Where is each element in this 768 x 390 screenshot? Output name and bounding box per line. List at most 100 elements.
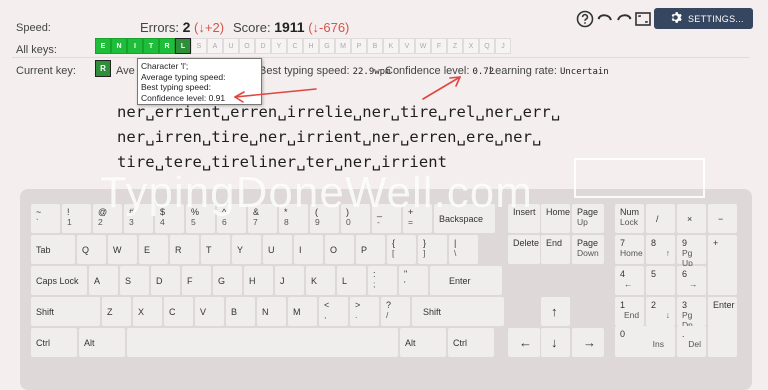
key-item-m[interactable]: M: [335, 38, 351, 54]
key-item-v[interactable]: V: [399, 38, 415, 54]
settings-button[interactable]: SETTINGS...: [654, 8, 753, 29]
key-pageup-label: Page: [577, 207, 599, 217]
key-row4-9-label: >: [355, 300, 361, 310]
key-num-minus-label: −: [718, 213, 724, 224]
help-icon[interactable]: [576, 10, 594, 28]
key-row1-0: ~ `: [31, 204, 60, 233]
key-y: Y: [232, 235, 261, 264]
key-m-label: M: [293, 306, 301, 317]
key-item-w[interactable]: W: [415, 38, 431, 54]
key-tooltip: Character 'l'; Average typing speed: Bes…: [137, 58, 262, 105]
key-row2-13-label: |: [454, 238, 457, 248]
key-num-dot-sublabel: Del: [688, 339, 701, 349]
key-row1-1-sublabel: 1: [67, 217, 72, 227]
errors-delta: (↓+2): [194, 20, 225, 35]
learning-rate-label: Learning rate:: [489, 65, 557, 77]
key-j: J: [275, 266, 304, 295]
key-numlock: Num Lock: [615, 204, 644, 233]
key-row1-1: ! 1: [62, 204, 91, 233]
key-item-k[interactable]: K: [383, 38, 399, 54]
key-num-3-label: 3: [682, 300, 688, 310]
key-item-b[interactable]: B: [367, 38, 383, 54]
key-item-e[interactable]: E: [95, 38, 111, 54]
key-row1-1-label: !: [67, 207, 70, 217]
key-item-j[interactable]: J: [495, 38, 511, 54]
key-capslock-label: Caps Lock: [36, 275, 79, 286]
errors-stat: Errors: 2 (↓+2): [140, 19, 224, 35]
practice-text[interactable]: ner␣errient␣erren␣irrelie␣ner␣tire␣rel␣n…: [117, 100, 560, 175]
key-item-i[interactable]: I: [127, 38, 143, 54]
key-e: E: [139, 235, 168, 264]
key-item-l[interactable]: L: [175, 38, 191, 54]
key-item-y[interactable]: Y: [271, 38, 287, 54]
key-row4-8: <,: [319, 297, 348, 326]
key-item-h[interactable]: H: [303, 38, 319, 54]
key-num-multiply-label: ×: [687, 213, 693, 224]
best-speed-label: Best typing speed:: [259, 65, 350, 77]
key-row3-11-label: ": [404, 269, 408, 279]
key-row2-13-sublabel: \: [454, 248, 457, 258]
key-pagedown-label: Page: [577, 238, 599, 248]
key-item-t[interactable]: T: [143, 38, 159, 54]
key-tab-label: Tab: [36, 244, 51, 255]
current-key-label: Current key:: [16, 65, 76, 77]
key-u: U: [263, 235, 292, 264]
key-item-z[interactable]: Z: [447, 38, 463, 54]
undo-icon[interactable]: [596, 10, 614, 28]
key-end: End: [541, 235, 570, 264]
key-num-4-label: 4: [620, 269, 626, 279]
key-row1-0-label: ~: [36, 207, 42, 217]
key-row2-11-sublabel: [: [392, 248, 395, 258]
confidence-label: Confidence level:: [385, 65, 470, 77]
key-num-4-sublabel: ←: [624, 279, 633, 289]
virtual-keyboard: ~ `! 1 @2 #3 $4% 5 ^ 6 & 7 * 8(9) 0 _ - + = Backspace Tab Q W…: [20, 189, 752, 390]
score-value: 1911: [274, 19, 305, 35]
key-l-label: L: [342, 275, 348, 286]
key-b-label: B: [231, 306, 238, 317]
key-item-x[interactable]: X: [463, 38, 479, 54]
key-item-o[interactable]: O: [239, 38, 255, 54]
key-item-g[interactable]: G: [319, 38, 335, 54]
key-item-f[interactable]: F: [431, 38, 447, 54]
all-keys-list: ENITRLSAUODYCHGMPBKVWFZXQJ: [95, 38, 511, 54]
settings-label: SETTINGS...: [688, 13, 744, 24]
key-item-n[interactable]: N: [111, 38, 127, 54]
key-item-u[interactable]: U: [223, 38, 239, 54]
key-item-r[interactable]: R: [159, 38, 175, 54]
key-num-3: 3 Pg Dn: [677, 297, 706, 330]
key-o: O: [325, 235, 354, 264]
key-num-dot-label: .: [682, 329, 685, 339]
key-enter: Enter: [430, 266, 502, 295]
best-speed-stat: Best typing speed: 22.9wpm: [259, 65, 391, 77]
key-i: I: [294, 235, 323, 264]
key-x: X: [133, 297, 162, 326]
key-item-c[interactable]: C: [287, 38, 303, 54]
key-u-label: U: [268, 244, 275, 255]
key-num-7-sublabel: Home: [620, 248, 643, 258]
key-item-a[interactable]: A: [207, 38, 223, 54]
key-item-d[interactable]: D: [255, 38, 271, 54]
key-num-slash: /: [646, 204, 675, 233]
key-alt-left: Alt: [79, 328, 125, 357]
key-num-8-label: 8: [651, 238, 657, 248]
key-num-6: 6 →: [677, 266, 706, 295]
key-p-label: P: [361, 244, 368, 255]
key-num-1-sublabel: End: [624, 310, 640, 320]
score-label: Score:: [233, 20, 271, 35]
gear-icon: [669, 11, 682, 26]
key-v: V: [195, 297, 224, 326]
key-arrow-right: →: [572, 328, 604, 357]
key-num-7-label: 7: [620, 238, 626, 248]
key-item-q[interactable]: Q: [479, 38, 495, 54]
key-item-s[interactable]: S: [191, 38, 207, 54]
key-ctrl-right-label: Ctrl: [453, 337, 467, 348]
key-numlock-label: Num: [620, 207, 640, 217]
key-pageup: Page Up: [572, 204, 604, 233]
fullscreen-icon[interactable]: [634, 10, 652, 28]
score-delta: (↓-676): [308, 20, 350, 35]
redo-icon[interactable]: [615, 10, 633, 28]
key-n-label: N: [262, 306, 269, 317]
key-row3-11-sublabel: ': [404, 279, 406, 289]
key-item-p[interactable]: P: [351, 38, 367, 54]
key-arrow-left: ←: [508, 328, 540, 357]
